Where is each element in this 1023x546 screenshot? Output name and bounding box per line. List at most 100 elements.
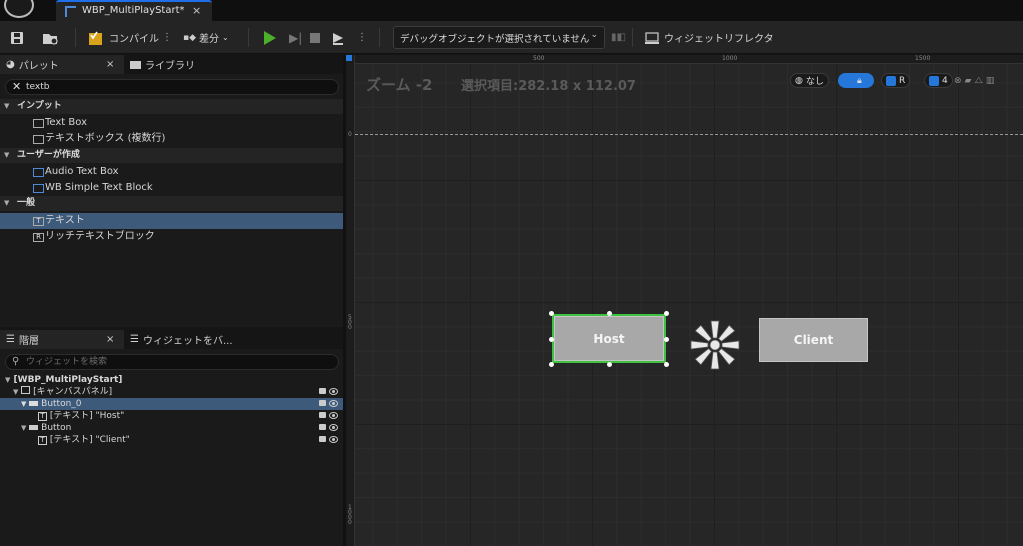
tree-row-button[interactable]: ▼ Button (0, 422, 343, 434)
palette-item-text[interactable]: T テキスト (0, 213, 343, 229)
client-button-widget[interactable]: Client (759, 318, 868, 362)
region-select-label: R (899, 75, 906, 86)
palette-item-label: Text Box (45, 117, 87, 128)
palette-item-label: WB Simple Text Block (45, 182, 153, 193)
clear-search-icon[interactable]: ✕ (12, 80, 21, 94)
category-user-created[interactable]: ユーザーが作成 (0, 148, 343, 163)
designer-canvas[interactable]: 500 1000 1500 0 5 0 0 1 0 0 0 ズーム -2 選択項… (346, 55, 1023, 546)
ruler-tick-label: 1000 (722, 55, 738, 62)
screen-size-icon[interactable]: ▥ (986, 76, 995, 86)
stop-button[interactable] (310, 27, 320, 48)
palette-item-rich-text-block[interactable]: R リッチテキストブロック (0, 229, 343, 245)
tab-palette[interactable]: ◕ パレット × (0, 55, 124, 74)
text-box-icon (33, 119, 44, 128)
palette-panel: ◕ パレット × ライブラリ ✕ textb インプット Text Box テキ… (0, 55, 343, 327)
mirror-icon[interactable]: ⧍ (974, 76, 982, 86)
visibility-eye-icon[interactable] (329, 412, 338, 419)
expand-arrow-icon[interactable]: ▼ (13, 388, 18, 396)
visibility-eye-icon[interactable] (329, 436, 338, 443)
palette-item-label: テキストボックス (複数行) (45, 133, 166, 144)
diff-label: 差分 (199, 34, 220, 45)
category-input[interactable]: インプット (0, 99, 343, 114)
anchor-icon[interactable] (689, 319, 741, 371)
palette-item-multiline-text-box[interactable]: テキストボックス (複数行) (0, 131, 343, 147)
tree-row-text-client[interactable]: T [テキスト] "Client" (0, 434, 343, 446)
region-select-button[interactable]: R (881, 73, 911, 88)
view-options-icons[interactable]: ⊗ ▰ ⧍ ▥ (954, 73, 994, 88)
visibility-eye-icon[interactable] (329, 388, 338, 395)
widget-blueprint-icon (33, 184, 44, 193)
compile-button[interactable]: コンパイル (88, 27, 159, 48)
close-tab-icon[interactable]: × (106, 59, 114, 70)
category-common[interactable]: 一般 (0, 196, 343, 211)
visibility-eye-icon[interactable] (329, 400, 338, 407)
resize-handle[interactable] (607, 362, 612, 367)
palette-search-input[interactable]: ✕ textb (5, 79, 339, 95)
toolbar-divider (379, 28, 380, 47)
ruler-origin (346, 55, 352, 61)
lock-icon[interactable] (319, 412, 326, 418)
tab-hierarchy[interactable]: ☰ 階層 × (0, 330, 124, 349)
diff-button[interactable]: ▪◆ 差分 ⌄ (183, 27, 229, 48)
widget-search-placeholder: ウィジェットを検索 (26, 357, 108, 367)
compile-icon (89, 31, 102, 45)
resize-handle[interactable] (664, 337, 669, 342)
document-tab[interactable]: WBP_MultiPlayStart* × (56, 0, 212, 21)
widget-blueprint-icon (65, 6, 76, 17)
rich-text-icon: R (33, 233, 44, 242)
browse-button[interactable] (42, 27, 60, 48)
debug-object-label: デバッグオブジェクトが選択されていません (400, 34, 590, 45)
resize-handle[interactable] (664, 311, 669, 316)
advance-frame-button[interactable]: ▶| (289, 27, 302, 48)
eject-button[interactable] (331, 27, 345, 48)
region-select-icon (886, 75, 896, 86)
widget-search-input[interactable]: ⚲ ウィジェットを検索 (5, 354, 339, 370)
save-button[interactable] (10, 27, 24, 48)
close-tab-icon[interactable]: × (192, 4, 201, 17)
tree-row-text-host[interactable]: T [テキスト] "Host" (0, 410, 343, 422)
expand-arrow-icon[interactable]: ▼ (21, 400, 26, 408)
lock-icon[interactable] (319, 400, 326, 406)
tab-palette-label: パレット (18, 61, 59, 72)
search-icon: ⚲ (12, 356, 20, 367)
tree-row-canvas-panel[interactable]: ▼ [キャンバスパネル] (0, 386, 343, 398)
resize-handle[interactable] (607, 311, 612, 316)
palette-item-audio-text-box[interactable]: Audio Text Box (0, 164, 343, 180)
resize-handle[interactable] (664, 362, 669, 367)
tree-row-button-0[interactable]: ▼ Button_0 (0, 398, 343, 410)
palette-item-text-box[interactable]: Text Box (0, 115, 343, 131)
localization-preview-button[interactable]: ◍ なし (790, 73, 829, 88)
resize-handle[interactable] (549, 337, 554, 342)
lock-icon[interactable] (319, 424, 326, 430)
tree-row-label: [キャンバスパネル] (33, 387, 113, 397)
tree-row-root[interactable]: ▼ [WBP_MultiPlayStart] (0, 374, 343, 386)
tab-bind-widgets[interactable]: ☰ ウィジェットをバ... (130, 330, 233, 349)
expand-arrow-icon[interactable]: ▼ (21, 424, 26, 432)
grid-snap-button[interactable]: 4 (924, 73, 953, 88)
play-button[interactable] (264, 27, 276, 48)
button-widget-icon (29, 401, 39, 406)
tab-hierarchy-label: 階層 (18, 336, 39, 347)
resize-handle[interactable] (549, 311, 554, 316)
play-options-icon[interactable]: ⋮ (357, 27, 367, 48)
compile-label: コンパイル (109, 34, 159, 45)
stop-icon (310, 32, 320, 43)
ruler-tick-label: 0 (348, 131, 352, 138)
resize-handle[interactable] (549, 362, 554, 367)
palette-item-wb-simple-text-block[interactable]: WB Simple Text Block (0, 180, 343, 196)
image-icon[interactable]: ▰ (965, 76, 972, 86)
lock-icon[interactable] (319, 436, 326, 442)
close-tab-icon[interactable]: × (106, 334, 114, 345)
respect-locks-toggle[interactable]: 🔒︎ (838, 73, 874, 88)
lock-icon[interactable] (319, 388, 326, 394)
visibility-eye-icon[interactable] (329, 424, 338, 431)
outline-icon[interactable]: ⊗ (954, 76, 962, 86)
tree-row-label: Button (41, 423, 72, 433)
widget-reflector-button[interactable]: ウィジェットリフレクタ (645, 27, 774, 48)
compile-options-icon[interactable]: ⋮ (162, 27, 172, 48)
expand-arrow-icon[interactable]: ▼ (5, 376, 10, 384)
debug-browse-icon[interactable]: ▮◧ (611, 27, 626, 48)
unreal-logo-icon[interactable] (4, 0, 34, 18)
tab-library[interactable]: ライブラリ (130, 55, 195, 74)
debug-object-dropdown[interactable]: デバッグオブジェクトが選択されていません ⌄ (393, 26, 605, 49)
